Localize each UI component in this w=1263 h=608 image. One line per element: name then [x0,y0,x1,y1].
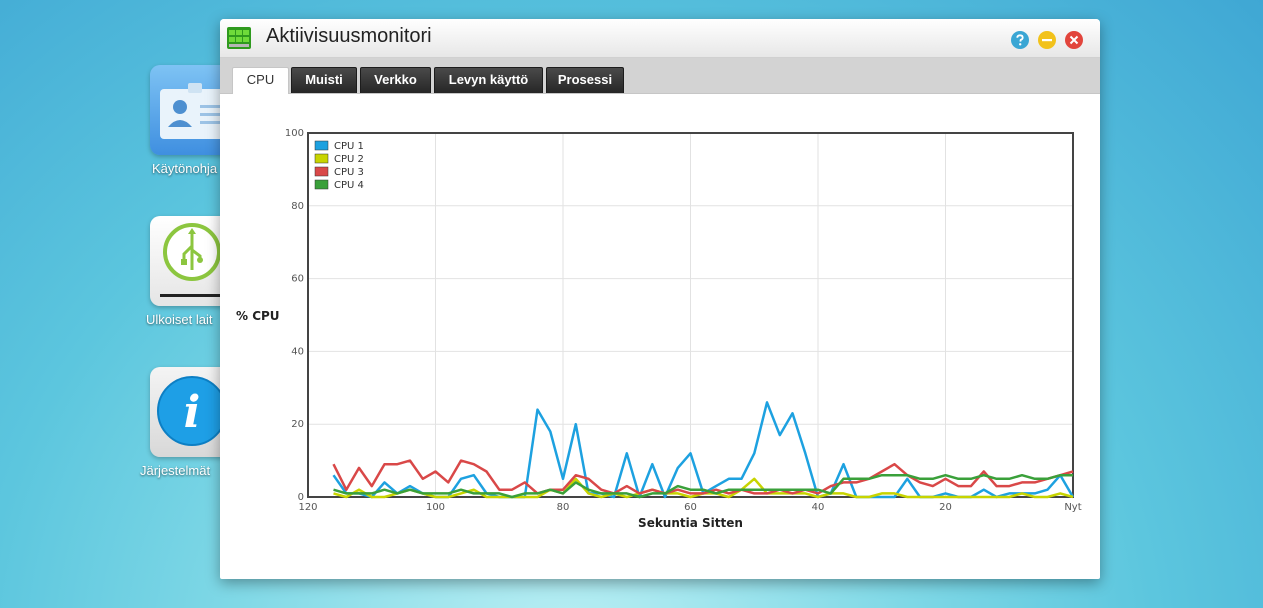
x-tick-label: 60 [684,502,697,513]
close-icon [1065,31,1083,49]
help-icon [1011,31,1029,49]
x-tick-label: 80 [557,502,570,513]
legend-label: CPU 3 [334,167,364,178]
x-tick-label: 40 [812,502,825,513]
y-tick-label: 0 [298,492,304,503]
x-tick-label: 100 [426,502,445,513]
legend-label: CPU 2 [334,154,364,165]
x-tick-label: 20 [939,502,952,513]
series-line-cpu-1 [332,401,1075,499]
legend-label: CPU 4 [334,180,364,191]
minimize-button[interactable] [1038,31,1056,49]
window-title: Aktiivisuusmonitori [266,25,432,47]
tab-cpu[interactable]: CPU [232,67,289,94]
activity-monitor-window: Aktiivisuusmonitori CPU Muisti Verkko Le… [220,19,1100,579]
legend-swatch [314,166,329,177]
y-tick-label: 40 [291,346,304,357]
tab-network[interactable]: Verkko [360,67,431,93]
svg-text:i: i [184,387,201,438]
legend-swatch [314,179,329,190]
x-tick-label: 120 [298,502,317,513]
cpu-chart: 120 100 80 60 40 20 Nyt 0 20 40 60 80 100 CPU 1 CPU 2 C… [236,128,1082,530]
y-tick-label: 80 [291,201,304,212]
y-tick-label: 100 [285,128,304,139]
legend-swatch [314,153,329,164]
help-button[interactable] [1011,31,1029,49]
close-button[interactable] [1065,31,1083,49]
tab-disk-usage[interactable]: Levyn käyttö [434,67,543,93]
x-tick-label: Nyt [1064,502,1081,513]
x-axis-label: Sekuntia Sitten [638,516,743,530]
cpu-chart-panel: 120 100 80 60 40 20 Nyt 0 20 40 60 80 100 CPU 1 CPU 2 C… [220,93,1100,579]
legend-swatch [314,140,329,151]
minimize-icon [1038,31,1056,49]
y-tick-label: 60 [291,274,304,285]
activity-monitor-icon [227,26,251,50]
y-axis-label: % CPU [236,309,280,323]
tab-memory[interactable]: Muisti [291,67,357,93]
window-titlebar[interactable]: Aktiivisuusmonitori [220,19,1100,58]
tab-bar: CPU Muisti Verkko Levyn käyttö Prosessi [220,58,1100,94]
y-tick-label: 20 [291,419,304,430]
tab-process[interactable]: Prosessi [546,67,624,93]
legend-label: CPU 1 [334,141,364,152]
